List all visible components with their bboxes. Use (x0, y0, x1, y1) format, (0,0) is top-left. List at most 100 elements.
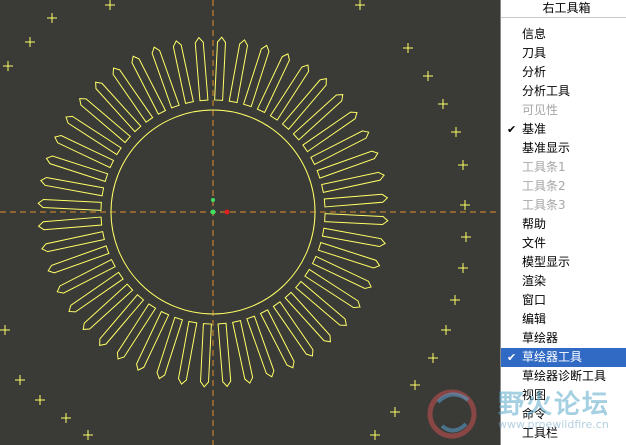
menu-item[interactable]: ✔ 草绘器工具 (501, 348, 626, 367)
construction-point (450, 295, 460, 305)
tooth-slot (284, 291, 331, 343)
construction-point (458, 263, 468, 273)
construction-point (403, 43, 413, 53)
tooth-slot (95, 81, 142, 133)
menu-item[interactable]: 渲染 (501, 272, 626, 291)
construction-point (461, 232, 471, 242)
menu-item-label: 模型显示 (522, 255, 571, 269)
tooth-slot (56, 258, 116, 294)
origin-marker (224, 209, 230, 215)
construction-point (3, 61, 13, 71)
construction-point (47, 13, 57, 23)
tooth-slot (311, 255, 372, 289)
menu-item-label: 工具条1 (522, 160, 566, 174)
tooth-slot (321, 171, 385, 193)
menu-items: 信息刀具分析分析工具可见性 ✔ 基准基准显示工具条1 工具条2 工具条3 帮助文件模型显示… (501, 25, 626, 443)
menu-item[interactable]: 分析工具 (501, 82, 626, 101)
menu-item-label: 文件 (522, 236, 547, 250)
check-icon: ✔ (507, 123, 517, 136)
tooth-slot (172, 40, 194, 104)
tooth-slot (217, 322, 232, 388)
menu-item: 工具条2 (501, 177, 626, 196)
menu-item: 工具条3 (501, 196, 626, 215)
menu-item-label: 基准 (522, 122, 547, 136)
tooth-slot (232, 320, 254, 384)
construction-point (35, 395, 45, 405)
menu-item-label: 分析工具 (522, 84, 571, 98)
tooth-slot (177, 320, 198, 385)
menu-item[interactable]: 视图 (501, 386, 626, 405)
menu-item[interactable]: 文件 (501, 234, 626, 253)
menu-item[interactable]: 编辑 (501, 310, 626, 329)
center-point (210, 209, 216, 215)
menu-item[interactable]: 帮助 (501, 215, 626, 234)
menu-item-label: 刀具 (522, 46, 547, 60)
tooth-slot (194, 36, 209, 102)
tooth-slot (136, 310, 170, 371)
tooth-slot (324, 213, 389, 225)
tooth-slot (321, 227, 386, 248)
menu-item-label: 信息 (522, 27, 547, 41)
menu-item-label: 视图 (522, 388, 547, 402)
menu-item-label: 工具条2 (522, 179, 566, 193)
menu-item[interactable]: 草绘器诊断工具 (501, 367, 626, 386)
menu-item-label: 草绘器诊断工具 (522, 369, 607, 383)
menu-item[interactable]: 命令 (501, 405, 626, 424)
menu-item[interactable]: 分析 (501, 63, 626, 82)
tooth-slot (259, 309, 295, 369)
menu-item[interactable]: 信息 (501, 25, 626, 44)
tooth-slot (40, 176, 105, 197)
construction-point (438, 99, 448, 109)
construction-point (0, 325, 10, 335)
right-toolbox-menu: 右工具箱 信息刀具分析分析工具可见性 ✔ 基准基准显示工具条1 工具条2 工具条3 帮助文… (500, 0, 626, 445)
sketch-canvas[interactable] (0, 0, 500, 445)
tooth-slot (37, 199, 102, 211)
construction-point (25, 37, 35, 47)
construction-point (441, 325, 451, 335)
construction-point (15, 375, 25, 385)
menu-item-label: 分析 (522, 65, 547, 79)
menu-item-label: 窗口 (522, 293, 547, 307)
construction-point (410, 380, 420, 390)
menu-title: 右工具箱 (501, 0, 626, 18)
menu-item-label: 帮助 (522, 217, 547, 231)
menu-item[interactable]: 基准显示 (501, 139, 626, 158)
construction-point (423, 71, 433, 81)
menu-item-label: 编辑 (522, 312, 547, 326)
menu-item-label: 命令 (522, 407, 547, 421)
construction-point (370, 430, 380, 440)
menu-item[interactable]: 刀具 (501, 44, 626, 63)
menu-item-label: 可见性 (522, 103, 559, 117)
tooth-slot (131, 55, 167, 115)
tooth-slot (242, 44, 270, 108)
menu-item-label: 草绘器 (522, 331, 559, 345)
tooth-slot (256, 53, 290, 114)
construction-point (61, 413, 71, 423)
tooth-slot (323, 193, 389, 208)
menu-item-label: 渲染 (522, 274, 547, 288)
construction-point (451, 127, 461, 137)
tooth-slot (228, 39, 249, 104)
tooth-slot (200, 323, 212, 388)
tooth-slot (292, 94, 344, 141)
construction-point (428, 353, 438, 363)
construction-point (390, 407, 400, 417)
tooth-slot (54, 135, 115, 169)
menu-item[interactable]: 草绘器 (501, 329, 626, 348)
tooth-slot (310, 130, 370, 166)
menu-item[interactable]: 工具栏 (501, 424, 626, 443)
tooth-slot (82, 283, 134, 330)
menu-item[interactable]: ✔ 基准 (501, 120, 626, 139)
tooth-slot (214, 36, 226, 101)
construction-point (460, 200, 470, 210)
tooth-slot (45, 155, 109, 183)
tooth-slot (317, 241, 381, 269)
sketch-drawing[interactable] (0, 0, 500, 445)
menu-item[interactable]: 窗口 (501, 291, 626, 310)
tooth-slot (156, 316, 184, 380)
menu-item[interactable]: 模型显示 (501, 253, 626, 272)
tooth-slot (37, 216, 103, 231)
menu-item-label: 工具栏 (522, 426, 559, 440)
menu-item-label: 工具条3 (522, 198, 566, 212)
construction-point (105, 0, 115, 10)
